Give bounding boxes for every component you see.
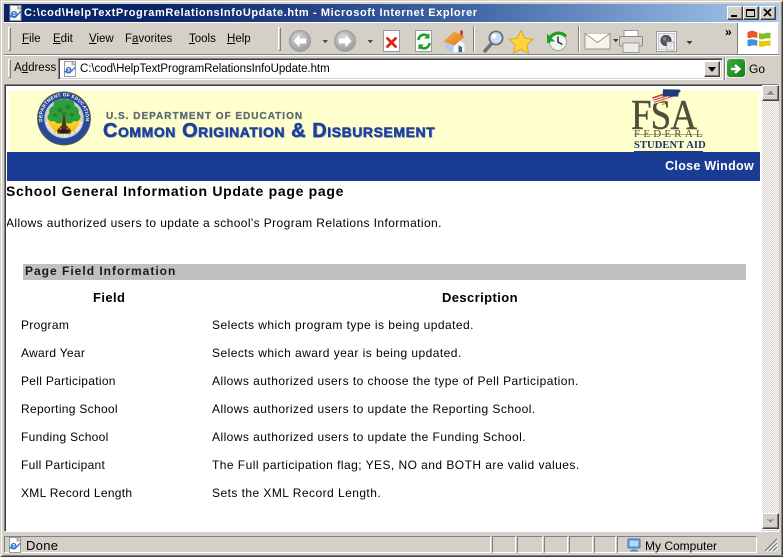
svg-text:e: e xyxy=(65,63,72,77)
svg-text:e: e xyxy=(11,7,18,21)
svg-text:e: e xyxy=(10,539,17,553)
